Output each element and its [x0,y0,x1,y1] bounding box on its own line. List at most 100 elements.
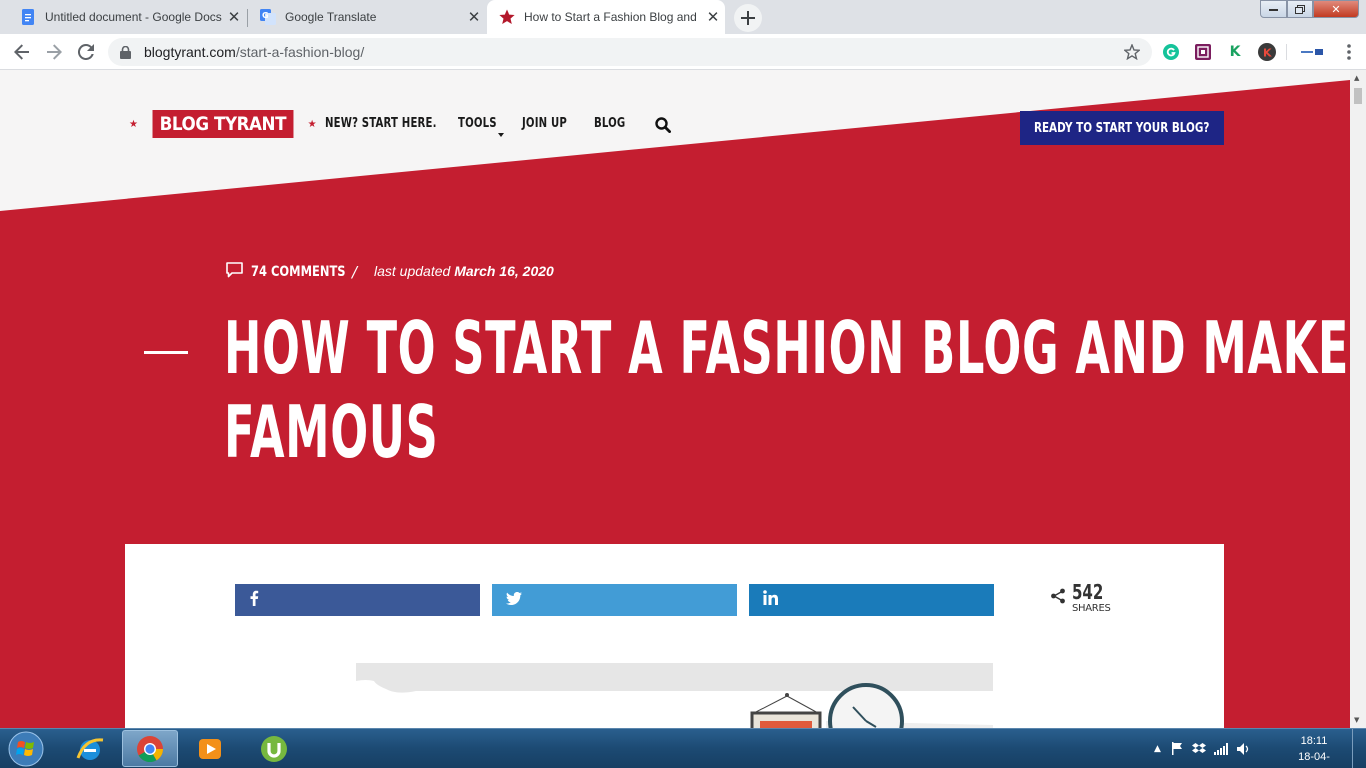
url-path: /start-a-fashion-blog/ [235,44,365,60]
linkedin-icon [763,590,778,610]
nav-label: NEW? START HERE. [325,116,437,131]
start-button[interactable] [4,731,48,767]
tab-strip: Untitled document - Google Docs ✕ G Goog… [0,0,1366,34]
meta-separator: / [352,263,358,281]
chevron-down-icon [498,122,504,141]
dropbox-icon[interactable] [1191,740,1206,759]
translate-icon: G [260,9,276,25]
clock-time: 18:11 [1300,735,1328,747]
ready-to-start-blog-button[interactable]: READY TO START YOUR BLOG? [1020,111,1224,145]
reload-button[interactable] [74,40,98,64]
article-title-line: HOW TO START A FASHION BLOG AND MAKE IT [224,306,1350,390]
tab-google-docs[interactable]: Untitled document - Google Docs ✕ [8,0,246,34]
nav-label: TOOLS [458,116,497,131]
plus-icon [741,11,755,25]
bookmark-star-icon[interactable] [1122,43,1142,64]
tab-title: Untitled document - Google Docs [45,10,222,24]
title-dash [144,351,188,354]
nav-join-up[interactable]: JOIN UP [522,116,580,131]
system-clock[interactable]: 18:11 18-04-2020 [1286,733,1342,768]
menu-dots-icon[interactable] [1340,43,1358,61]
comment-icon [226,262,243,282]
star-favicon [499,9,515,25]
clock-date: 18-04-2020 [1298,751,1330,768]
svg-text:K: K [1263,47,1272,60]
twitter-icon [506,590,522,610]
url-host: blogtyrant.com [144,44,236,60]
share-count-number: 542 [1072,580,1104,604]
close-tab-icon[interactable]: ✕ [222,8,246,26]
tab-extension-icon[interactable] [1300,43,1326,61]
tab-title: Google Translate [285,10,377,24]
logo-text: BLOG TYRANT [152,110,294,138]
search-icon[interactable] [655,117,672,137]
address-bar[interactable]: blogtyrant.com/start-a-fashion-blog/ [108,38,1152,66]
header-white-diagonal [0,70,1350,211]
new-tab-button[interactable] [734,4,762,32]
back-button[interactable] [10,40,34,64]
star-icon: ★ [129,118,138,130]
internet-explorer-icon[interactable] [62,730,118,767]
volume-icon[interactable] [1236,740,1251,759]
browser-toolbar: blogtyrant.com/start-a-fashion-blog/ K K [0,34,1366,70]
web-page: ★ BLOG TYRANT ★ NEW? START HERE. TOOLS J… [0,70,1350,728]
star-icon: ★ [307,118,317,130]
reload-icon [78,44,94,60]
tab-title: How to Start a Fashion Blog and Make It … [524,10,701,24]
scrollbar-thumb[interactable] [1354,88,1362,104]
scroll-up-arrow-icon[interactable]: ▲ [1354,74,1359,82]
page-scrollbar[interactable]: ▲ ▼ [1350,70,1366,728]
tab-google-translate[interactable]: G Google Translate ✕ [248,0,486,34]
article-meta: 74 COMMENTS / last updated March 16, 202… [226,262,554,282]
network-signal-icon[interactable] [1213,740,1228,759]
svg-text:G: G [262,11,269,20]
url-text: blogtyrant.com/start-a-fashion-blog/ [144,44,364,60]
close-tab-icon[interactable]: ✕ [701,8,725,26]
facebook-share-button[interactable] [235,584,480,616]
nav-blog[interactable]: BLOG [594,116,634,131]
docs-icon [20,9,36,25]
utorrent-icon[interactable] [246,730,302,767]
last-updated: last updated March 16, 2020 [374,263,554,279]
close-icon: ✕ [1331,2,1341,16]
scroll-down-arrow-icon[interactable]: ▼ [1354,716,1359,724]
share-icon [1050,588,1066,608]
share-count: 542 SHARES [1050,582,1114,614]
nav-new-start-here[interactable]: NEW? START HERE. [325,116,468,131]
action-center-flag-icon[interactable] [1171,740,1183,759]
facebook-icon [249,590,259,611]
nav-label: BLOG [594,116,626,131]
windows-taskbar: ▲ 18:11 18-04-2020 [0,728,1366,768]
share-count-label: SHARES [1072,603,1111,614]
close-window-button[interactable]: ✕ [1313,0,1359,18]
lock-icon[interactable] [120,45,134,59]
article-title-line: FAMOUS [224,390,439,474]
last-updated-label: last updated [374,263,451,279]
system-tray: ▲ [1154,729,1251,768]
show-hidden-icons-icon[interactable]: ▲ [1154,744,1161,754]
blogtyrant-logo[interactable]: ★ BLOG TYRANT ★ [124,110,322,138]
forward-button[interactable] [42,40,66,64]
restore-button[interactable] [1287,0,1313,18]
show-desktop-button[interactable] [1352,729,1366,768]
last-updated-date: March 16, 2020 [454,263,554,279]
article-card: 542 SHARES [125,544,1224,728]
tab-blogtyrant[interactable]: How to Start a Fashion Blog and Make It … [487,0,725,34]
toolbar-divider [1286,44,1287,60]
grammarly-icon[interactable] [1162,43,1180,61]
close-tab-icon[interactable]: ✕ [462,8,486,26]
minimize-button[interactable] [1260,0,1287,18]
windows-start-icon [8,731,44,767]
media-player-icon[interactable] [182,730,238,767]
nav-label: JOIN UP [522,116,567,131]
twitter-share-button[interactable] [492,584,737,616]
chrome-icon[interactable] [122,730,178,767]
comments-link[interactable]: 74 COMMENTS [251,264,346,280]
article-title: HOW TO START A FASHION BLOG AND MAKE IT … [224,306,1350,474]
fashion-blog-illustration [356,663,993,728]
k-extension-icon[interactable]: K [1226,43,1244,61]
linkedin-share-button[interactable] [749,584,994,616]
arrow-right-icon [47,44,62,60]
m-extension-icon[interactable] [1194,43,1212,61]
k-avatar-icon[interactable]: K [1258,43,1276,61]
